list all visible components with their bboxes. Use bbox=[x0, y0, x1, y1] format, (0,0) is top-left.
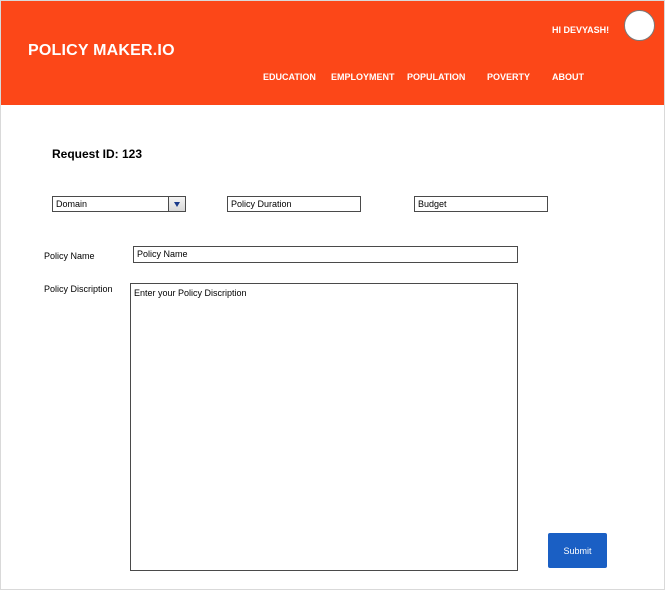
domain-select[interactable]: Domain bbox=[52, 196, 186, 212]
nav-about[interactable]: ABOUT bbox=[552, 72, 584, 82]
user-greeting: HI DEVYASH! bbox=[552, 25, 610, 35]
nav-education[interactable]: EDUCATION bbox=[263, 72, 316, 82]
avatar[interactable] bbox=[624, 10, 655, 41]
nav-population[interactable]: POPULATION bbox=[407, 72, 465, 82]
policy-name-field[interactable]: Policy Name bbox=[133, 246, 518, 263]
request-id: Request ID: 123 bbox=[52, 147, 143, 161]
domain-select-value: Domain bbox=[56, 199, 88, 209]
policy-description-textarea[interactable]: Enter your Policy Discription bbox=[130, 283, 518, 571]
nav-employment[interactable]: EMPLOYMENT bbox=[331, 72, 395, 82]
policy-name-label: Policy Name bbox=[44, 251, 95, 261]
chevron-down-icon[interactable] bbox=[168, 197, 185, 211]
budget-field[interactable]: Budget bbox=[414, 196, 548, 212]
policy-description-label: Policy Discription bbox=[44, 284, 113, 294]
submit-button[interactable]: Submit bbox=[548, 533, 607, 568]
policy-description-placeholder: Enter your Policy Discription bbox=[134, 288, 247, 298]
nav-poverty[interactable]: POVERTY bbox=[487, 72, 530, 82]
brand-logo[interactable]: POLICY MAKER.IO bbox=[28, 42, 175, 60]
policy-duration-field[interactable]: Policy Duration bbox=[227, 196, 361, 212]
